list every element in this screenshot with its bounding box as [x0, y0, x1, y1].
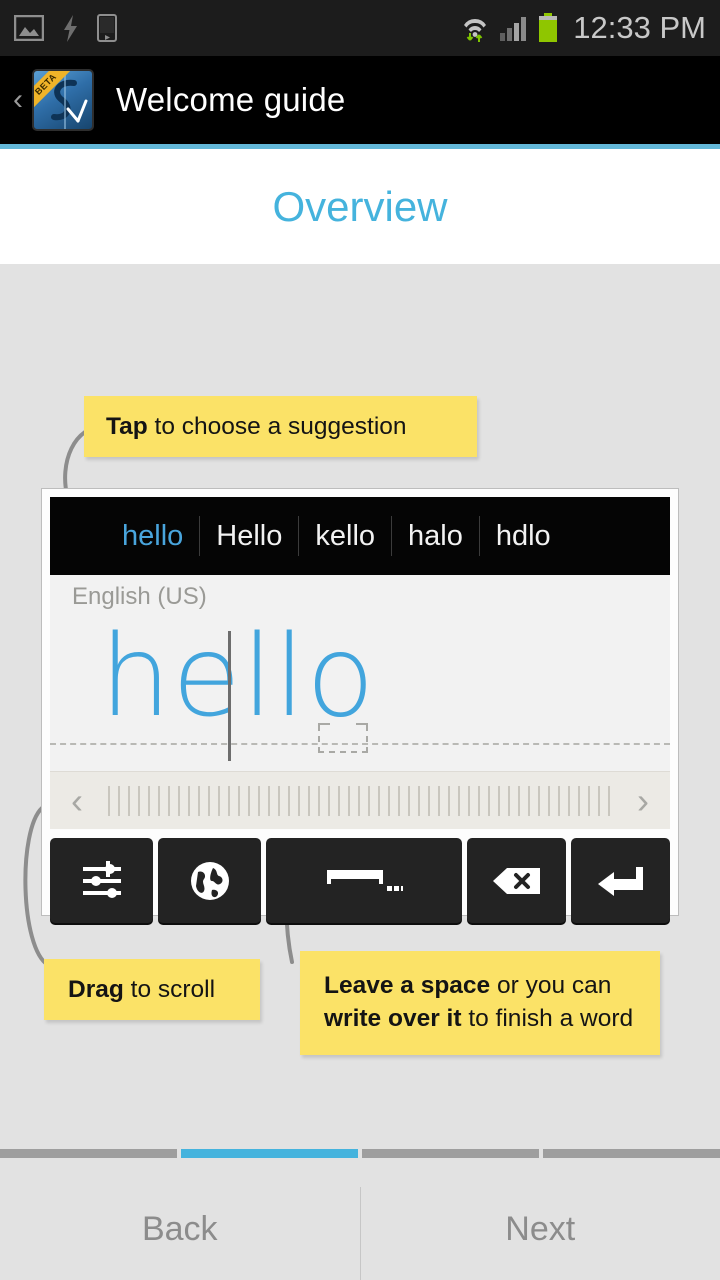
language-label: English (US)	[72, 583, 207, 610]
sliders-icon	[82, 860, 121, 898]
lightning-bolt-icon	[64, 14, 77, 42]
callout-space-rest-1: or you can	[490, 972, 612, 999]
globe-language-key[interactable]	[158, 838, 261, 923]
keyboard-key-row	[50, 829, 670, 923]
callout-drag-scroll: Drag to scroll	[44, 959, 260, 1020]
media-device-icon	[97, 14, 117, 42]
space-key[interactable]	[266, 838, 462, 923]
back-chevron-icon[interactable]: ‹	[4, 85, 32, 115]
status-bar-left-icons	[14, 14, 117, 42]
progress-segment-4	[543, 1149, 720, 1158]
suggestion-bar: hello Hello kello halo hdlo	[50, 497, 670, 575]
back-button[interactable]: Back	[0, 1179, 360, 1280]
wifi-transfer-icon	[464, 18, 487, 42]
callout-drag-bold: Drag	[68, 976, 124, 1003]
status-bar-right-icons: 12:33 PM	[460, 10, 706, 46]
callout-tap-rest: to choose a suggestion	[147, 413, 407, 440]
page-title: Overview	[272, 182, 448, 230]
scroll-left-chevron-icon[interactable]: ‹	[50, 782, 104, 819]
suggestion-item-2[interactable]: kello	[299, 520, 391, 553]
callout-space-bold-1: Leave a space	[324, 972, 491, 999]
suggestion-item-3[interactable]: halo	[392, 520, 479, 553]
text-cursor	[228, 631, 231, 761]
callout-leave-space: Leave a space or you can write over it t…	[300, 951, 660, 1055]
callout-tap-suggestion: Tap to choose a suggestion	[84, 396, 477, 457]
callout-drag-rest: to scroll	[123, 976, 216, 1003]
status-bar-clock: 12:33 PM	[573, 10, 706, 45]
handwriting-scroll-strip[interactable]: ‹ ›	[50, 771, 670, 829]
scroll-ruler-ticks[interactable]	[108, 785, 612, 816]
progress-segment-2	[181, 1149, 358, 1158]
page-title-bar: Overview	[0, 149, 720, 264]
handwriting-pad[interactable]: English (US) hello	[50, 575, 670, 771]
enter-return-key[interactable]	[571, 838, 670, 923]
callout-space-rest-2: to finish a word	[461, 1005, 634, 1032]
page-header-title: Welcome guide	[116, 81, 346, 118]
footer-buttons: Back Next	[0, 1179, 720, 1280]
image-icon	[14, 15, 44, 41]
backspace-key[interactable]	[467, 838, 566, 923]
action-bar: ‹ BETA Welcome guide	[0, 56, 720, 144]
scroll-right-chevron-icon[interactable]: ›	[616, 782, 670, 819]
backspace-icon	[492, 867, 540, 894]
handwritten-word: hello	[100, 612, 376, 742]
welcome-guide-screen: 12:33 PM ‹ BETA Welcome guide Overview T…	[0, 0, 720, 1280]
space-placeholder-box[interactable]	[318, 723, 368, 753]
signal-bars-icon	[500, 17, 527, 41]
next-button[interactable]: Next	[361, 1179, 720, 1280]
battery-icon	[539, 13, 558, 42]
settings-sliders-key[interactable]	[50, 838, 153, 923]
keyboard-preview-panel: hello Hello kello halo hdlo English (US)…	[41, 488, 679, 923]
status-bar: 12:33 PM	[0, 0, 720, 56]
guide-footer: Back Next	[0, 1139, 720, 1280]
suggestion-item-1[interactable]: Hello	[200, 520, 298, 553]
callout-space-bold-2: write over it	[324, 1005, 462, 1032]
callout-tap-bold: Tap	[106, 413, 148, 440]
app-icon[interactable]: BETA	[32, 69, 94, 131]
suggestion-item-0[interactable]: hello	[106, 520, 199, 553]
progress-segment-1	[0, 1149, 177, 1158]
progress-indicator	[0, 1139, 720, 1158]
space-bar-icon	[327, 869, 403, 891]
progress-segment-3	[362, 1149, 539, 1158]
suggestion-item-4[interactable]: hdlo	[480, 520, 567, 553]
enter-arrow-icon	[597, 866, 643, 896]
globe-icon	[190, 861, 229, 900]
